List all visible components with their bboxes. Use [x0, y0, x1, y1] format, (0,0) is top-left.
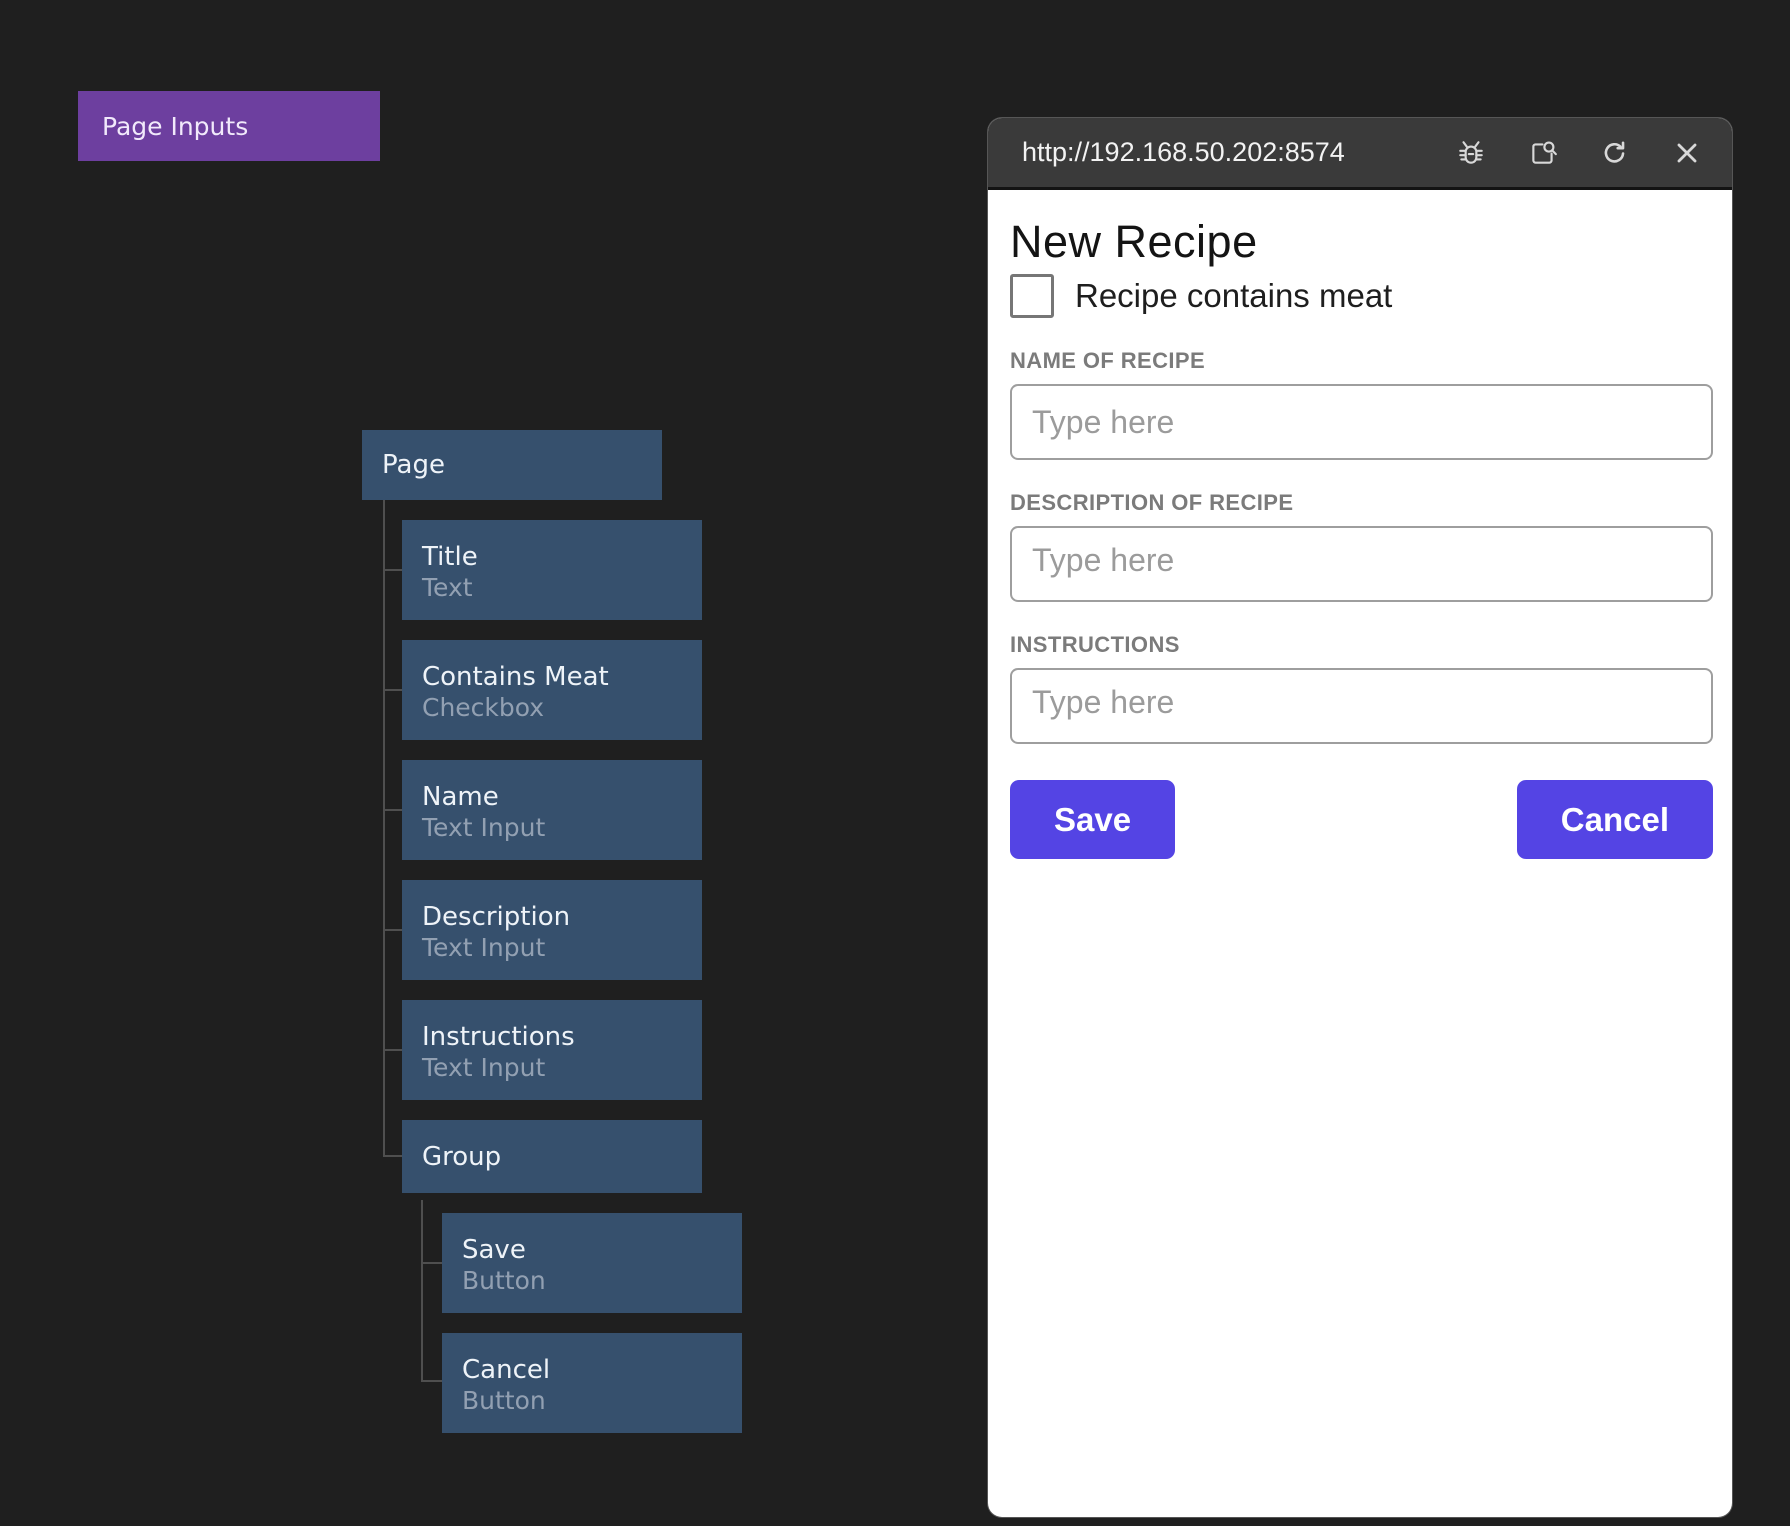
page-title: New Recipe	[1010, 218, 1713, 266]
titlebar-icon-row	[1456, 138, 1702, 168]
tree-node-label: Description	[422, 902, 682, 932]
tree-node-type: Button	[462, 1265, 722, 1296]
tree-node-label: Cancel	[462, 1355, 722, 1385]
tree-node-instructions[interactable]: Instructions Text Input	[402, 1000, 702, 1100]
name-input[interactable]	[1010, 384, 1713, 460]
contains-meat-label: Recipe contains meat	[1075, 277, 1392, 315]
instructions-field-label: INSTRUCTIONS	[1010, 632, 1713, 658]
tree-node-description[interactable]: Description Text Input	[402, 880, 702, 980]
button-row: Save Cancel	[1010, 780, 1713, 859]
tree-connector-tick	[383, 1049, 402, 1051]
tree-node-type: Text Input	[422, 932, 682, 963]
refresh-icon[interactable]	[1600, 138, 1630, 168]
preview-titlebar: http://192.168.50.202:8574	[988, 118, 1732, 190]
tree-node-type: Button	[462, 1385, 722, 1416]
tree-connector-line-group	[421, 1200, 423, 1382]
tree-node-label: Contains Meat	[422, 662, 682, 692]
tree-node-type: Text Input	[422, 812, 682, 843]
tree-connector-tick	[383, 1155, 402, 1157]
tree-node-type: Text	[422, 572, 682, 603]
tree-connector-line	[383, 500, 385, 1157]
contains-meat-checkbox[interactable]	[1010, 274, 1054, 318]
debug-icon[interactable]	[1456, 138, 1486, 168]
name-field-label: NAME OF RECIPE	[1010, 348, 1713, 374]
tree-node-label: Group	[422, 1142, 501, 1172]
inspect-icon[interactable]	[1528, 138, 1558, 168]
tree-node-group[interactable]: Group	[402, 1120, 702, 1193]
close-icon[interactable]	[1672, 138, 1702, 168]
page-inputs-chip[interactable]: Page Inputs	[78, 91, 380, 161]
tree-node-save[interactable]: Save Button	[442, 1213, 742, 1313]
cancel-button[interactable]: Cancel	[1517, 780, 1713, 859]
tree-node-name[interactable]: Name Text Input	[402, 760, 702, 860]
tree-node-title[interactable]: Title Text	[402, 520, 702, 620]
tree-connector-tick	[383, 569, 402, 571]
preview-window: http://192.168.50.202:8574	[988, 118, 1732, 1517]
tree-node-page[interactable]: Page	[362, 430, 662, 500]
tree-node-cancel[interactable]: Cancel Button	[442, 1333, 742, 1433]
instructions-input[interactable]	[1010, 668, 1713, 744]
save-button[interactable]: Save	[1010, 780, 1175, 859]
tree-node-label: Title	[422, 542, 682, 572]
tree-connector-tick	[383, 929, 402, 931]
tree-node-label: Instructions	[422, 1022, 682, 1052]
url-text[interactable]: http://192.168.50.202:8574	[1022, 137, 1345, 168]
tree-node-label: Save	[462, 1235, 722, 1265]
tree-node-label: Name	[422, 782, 682, 812]
tree-node-type: Checkbox	[422, 692, 682, 723]
preview-content: New Recipe Recipe contains meat NAME OF …	[988, 190, 1732, 859]
description-field-label: DESCRIPTION OF RECIPE	[1010, 490, 1713, 516]
tree-connector-tick	[421, 1262, 442, 1264]
tree-connector-tick	[383, 689, 402, 691]
tree-connector-tick	[383, 809, 402, 811]
contains-meat-row: Recipe contains meat	[1010, 274, 1713, 318]
app-canvas: Page Inputs Page Title Text Contains Mea…	[0, 0, 1790, 1526]
tree-node-type: Text Input	[422, 1052, 682, 1083]
description-input[interactable]	[1010, 526, 1713, 602]
tree-connector-tick	[421, 1380, 442, 1382]
tree-node-label: Page	[382, 450, 445, 480]
page-inputs-label: Page Inputs	[102, 112, 248, 141]
tree-node-contains-meat[interactable]: Contains Meat Checkbox	[402, 640, 702, 740]
